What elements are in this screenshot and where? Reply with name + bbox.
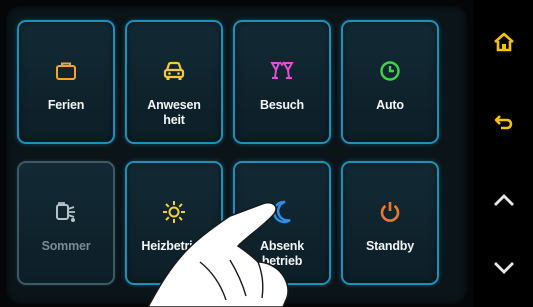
sun-icon	[127, 199, 221, 225]
control-screen: Ferien Anwesen heit Besuch Auto Sommer H…	[0, 0, 533, 307]
tile-sommer[interactable]: Sommer	[17, 161, 115, 285]
tile-label: Standby	[366, 239, 414, 253]
tile-label: Heizbetrieb	[141, 239, 207, 253]
tile-heizbetrieb[interactable]: Heizbetrieb	[125, 161, 223, 285]
chevron-up-icon	[493, 193, 515, 212]
moon-icon	[235, 199, 329, 225]
car-icon	[127, 58, 221, 84]
mode-panel: Ferien Anwesen heit Besuch Auto Sommer H…	[6, 6, 467, 304]
home-button[interactable]	[484, 24, 524, 64]
tile-anwesenheit[interactable]: Anwesen heit	[125, 20, 223, 144]
tile-ferien[interactable]: Ferien	[17, 20, 115, 144]
cocktail-glasses-icon	[235, 58, 329, 84]
tile-standby[interactable]: Standby	[341, 161, 439, 285]
scroll-up-button[interactable]	[484, 182, 524, 222]
clock-icon	[343, 58, 437, 84]
tile-label: Auto	[376, 98, 404, 112]
tile-besuch[interactable]: Besuch	[233, 20, 331, 144]
tile-absenkbetrieb[interactable]: Absenk betrieb	[233, 161, 331, 285]
sidebar	[474, 0, 533, 307]
tile-label: Anwesen heit	[147, 98, 201, 127]
back-button[interactable]	[484, 104, 524, 144]
tile-label: Absenk betrieb	[260, 239, 304, 268]
home-icon	[492, 31, 516, 58]
back-icon	[493, 112, 515, 137]
tile-auto[interactable]: Auto	[341, 20, 439, 144]
tile-label: Besuch	[260, 98, 304, 112]
chevron-down-icon	[493, 261, 515, 280]
tile-label: Sommer	[41, 239, 91, 253]
scroll-down-button[interactable]	[484, 250, 524, 290]
watering-can-icon	[19, 199, 113, 225]
suitcase-icon	[19, 58, 113, 84]
power-icon	[343, 199, 437, 225]
tile-label: Ferien	[47, 98, 85, 112]
